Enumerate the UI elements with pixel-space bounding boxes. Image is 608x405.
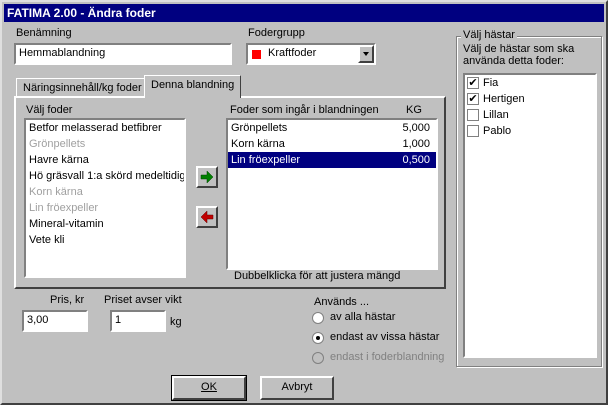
valj-hastar-group: Välj hästar Välj de hästar som ska använ… xyxy=(456,29,602,367)
foder-list-item[interactable]: Mineral-vitamin xyxy=(26,216,184,232)
ok-button[interactable]: OK xyxy=(171,375,247,401)
radio-button[interactable] xyxy=(312,332,324,344)
horse-checkbox[interactable]: ✔ xyxy=(467,93,479,105)
arrow-right-icon xyxy=(200,170,214,184)
radio-button[interactable] xyxy=(312,312,324,324)
horse-name: Lillan xyxy=(483,109,509,121)
hastar-list[interactable]: ✔ Fia ✔ Hertigen Lillan Pablo xyxy=(463,73,597,358)
foder-list-item[interactable]: Lin fröexpeller xyxy=(26,200,184,216)
chevron-down-icon xyxy=(363,52,369,56)
blandning-header-kg: KG xyxy=(406,104,422,116)
foder-list-item[interactable]: Korn kärna xyxy=(26,184,184,200)
blandning-list-item[interactable]: Grönpellets 5,000 xyxy=(228,120,436,136)
blandning-list-item[interactable]: Korn kärna 1,000 xyxy=(228,136,436,152)
radio-button xyxy=(312,352,324,364)
blandning-item-label: Korn kärna xyxy=(231,138,285,150)
benamning-input[interactable]: Hemmablandning xyxy=(14,43,232,65)
anvands-radio-group: av alla hästar endast av vissa hästar enda… xyxy=(310,310,470,368)
horse-name: Pablo xyxy=(483,125,512,137)
blandning-item-kg: 5,000 xyxy=(402,122,430,134)
horse-name: Hertigen xyxy=(483,93,525,105)
anvands-option: endast i foderblandning xyxy=(310,350,470,366)
add-foder-button[interactable] xyxy=(196,166,218,188)
pris-input[interactable]: 3,00 xyxy=(22,310,88,332)
foder-list-item[interactable]: Vete kli xyxy=(26,232,184,248)
vikt-unit: kg xyxy=(170,316,182,328)
foder-list-item[interactable]: Betfor melasserad betfibrer xyxy=(26,120,184,136)
anvands-option-label: av alla hästar xyxy=(330,311,396,323)
blandning-hint: Dubbelklicka för att justera mängd xyxy=(234,270,401,282)
valj-hastar-desc: Välj de hästar som ska använda detta fod… xyxy=(463,43,575,67)
dropdown-button[interactable] xyxy=(358,45,374,63)
foder-list-item[interactable]: Hö gräsvall 1:a skörd medeltidig : xyxy=(26,168,184,184)
arrow-left-icon xyxy=(200,210,214,224)
anvands-option-label: endast av vissa hästar xyxy=(330,331,440,343)
blandning-item-label: Lin fröexpeller xyxy=(231,154,301,166)
remove-foder-button[interactable] xyxy=(196,206,218,228)
valj-foder-label: Välj foder xyxy=(26,104,73,116)
anvands-option[interactable]: av alla hästar xyxy=(310,310,470,326)
blandning-header-label: Foder som ingår i blandningen xyxy=(230,104,379,116)
anvands-option-label: endast i foderblandning xyxy=(330,351,445,363)
tab-panel: Välj foder Betfor melasserad betfibrer Gr… xyxy=(14,96,446,289)
ok-label: OK xyxy=(201,381,217,393)
pris-label: Pris, kr xyxy=(50,294,85,306)
dialog-window: FATIMA 2.00 - Ändra foder Benämning Hemm… xyxy=(0,0,608,405)
horse-list-item[interactable]: Lillan xyxy=(465,107,595,123)
horse-checkbox[interactable] xyxy=(467,109,479,121)
foder-list-item[interactable]: Havre kärna xyxy=(26,152,184,168)
blandning-list-item[interactable]: Lin fröexpeller 0,500 xyxy=(228,152,436,168)
tab-denna-blandning[interactable]: Denna blandning xyxy=(144,75,242,98)
title-bar: FATIMA 2.00 - Ändra foder xyxy=(4,4,604,22)
blandning-item-kg: 0,500 xyxy=(402,154,430,166)
horse-list-item[interactable]: Pablo xyxy=(465,123,595,139)
blandning-item-kg: 1,000 xyxy=(402,138,430,150)
valj-hastar-title: Välj hästar xyxy=(461,29,517,41)
foder-list-item[interactable]: Grönpellets xyxy=(26,136,184,152)
vikt-input[interactable]: 1 xyxy=(110,310,166,332)
fodergrupp-select[interactable]: Kraftfoder xyxy=(246,43,376,65)
fodergrupp-value: Kraftfoder xyxy=(268,47,317,59)
anvands-option[interactable]: endast av vissa hästar xyxy=(310,330,470,346)
horse-name: Fia xyxy=(483,77,499,89)
fodergrupp-label: Fodergrupp xyxy=(248,27,305,39)
horse-checkbox[interactable]: ✔ xyxy=(467,77,479,89)
blandning-item-label: Grönpellets xyxy=(231,122,288,134)
valj-foder-list[interactable]: Betfor melasserad betfibrer Grönpellets Ha… xyxy=(24,118,186,278)
horse-list-item[interactable]: ✔ Hertigen xyxy=(465,91,595,107)
benamning-label: Benämning xyxy=(16,27,72,39)
cancel-button[interactable]: Avbryt xyxy=(260,376,334,400)
vikt-label: Priset avser vikt xyxy=(104,294,182,306)
horse-checkbox[interactable] xyxy=(467,125,479,137)
anvands-label: Används ... xyxy=(314,296,370,308)
fodergrupp-color-swatch xyxy=(252,50,261,59)
horse-list-item[interactable]: ✔ Fia xyxy=(465,75,595,91)
tab-naringsinnehall[interactable]: Näringsinnehåll/kg foder xyxy=(16,78,149,98)
blandning-list[interactable]: Grönpellets 5,000 Korn kärna 1,000 Lin fröex… xyxy=(226,118,438,270)
